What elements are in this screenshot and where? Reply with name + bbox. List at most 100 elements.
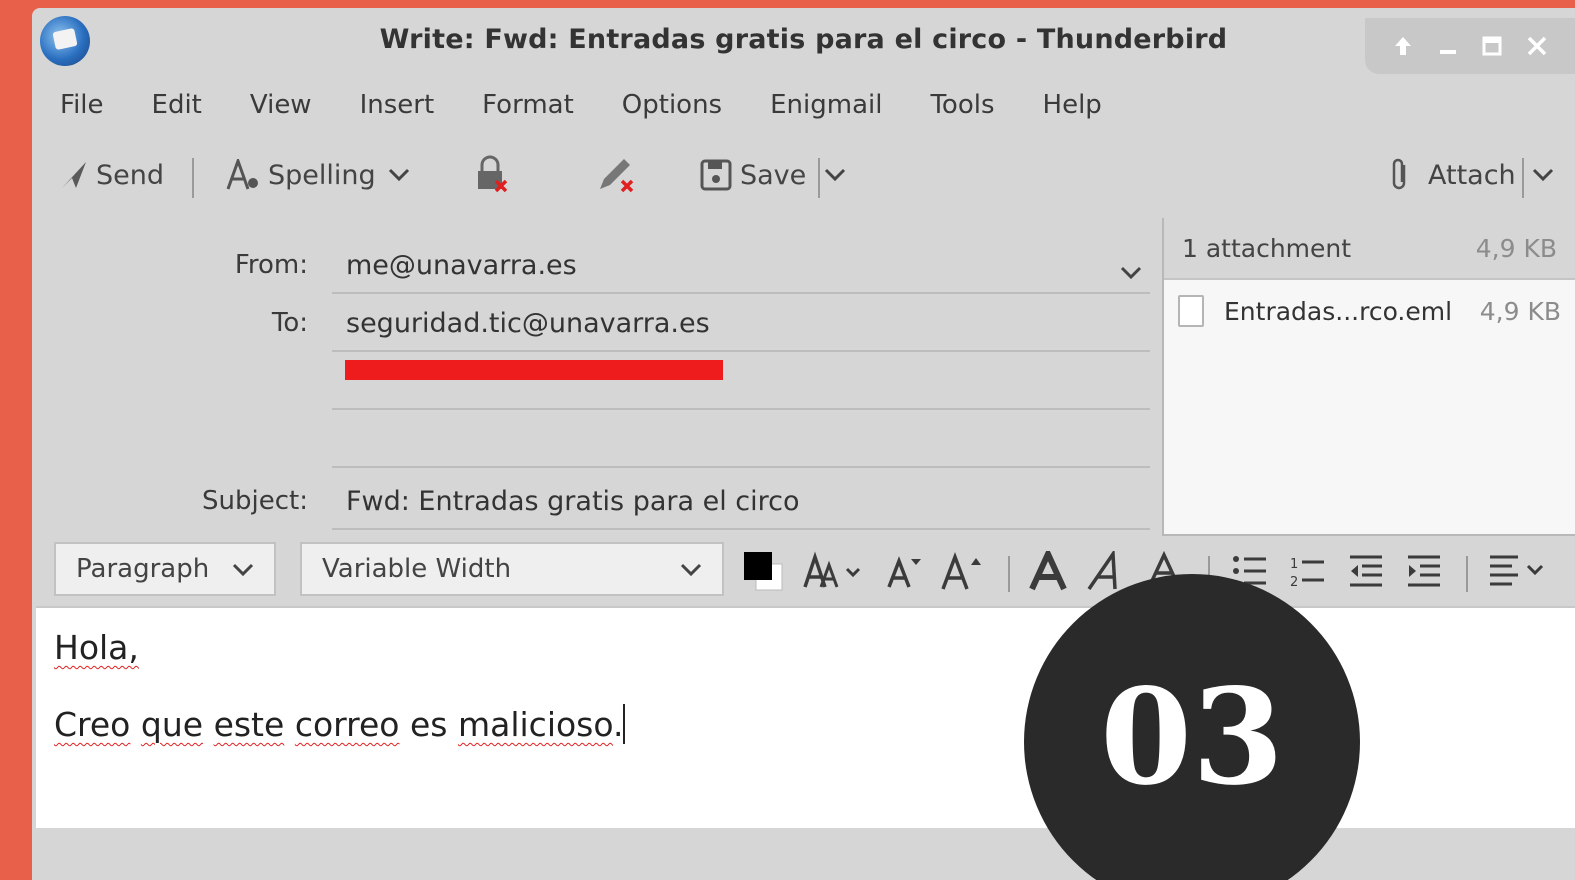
file-icon [1178,295,1204,327]
window-controls [1365,18,1575,74]
compose-toolbar: Send Spelling Save Attach [32,140,1575,210]
larger-font-button[interactable] [938,546,988,596]
attachment-name: Entradas...rco.eml [1224,296,1453,326]
recipient-field-empty[interactable] [332,412,1150,468]
maximize-icon [1482,36,1502,56]
body-period: . [612,705,624,744]
italic-icon [1087,551,1117,590]
recipient-field-empty[interactable] [332,354,1150,410]
menu-enigmail[interactable]: Enigmail [770,90,882,120]
from-value: me@unavarra.es [346,249,577,281]
font-select[interactable]: Variable Width [300,542,724,596]
close-icon [1527,36,1546,56]
attach-label: Attach [1428,159,1516,191]
attachment-count: 1 attachment [1182,233,1352,263]
attach-icon [1388,157,1412,193]
text-color-button[interactable] [738,546,788,596]
menu-tools[interactable]: Tools [930,90,994,120]
color-swatch-icon [744,552,783,591]
title-bar: Write: Fwd: Entradas gratis para el circ… [32,8,1575,74]
attachment-header[interactable]: 1 attachment 4,9 KB [1164,218,1575,280]
format-separator [1466,556,1468,592]
from-select[interactable]: me@unavarra.es [332,238,1150,294]
menu-format[interactable]: Format [482,90,574,120]
indent-button[interactable] [1402,546,1446,596]
attachment-size: 4,9 KB [1479,296,1561,326]
close-button[interactable] [1520,29,1554,63]
paragraph-style-value: Paragraph [76,554,210,584]
menu-file[interactable]: File [60,90,104,120]
menu-options[interactable]: Options [622,90,722,120]
minimize-icon [1439,50,1456,54]
font-larger-icon [941,552,981,590]
menu-help[interactable]: Help [1043,90,1102,120]
attachment-total-size: 4,9 KB [1475,233,1557,263]
status-bar [32,828,1575,880]
spelling-dropdown-button[interactable] [388,140,410,210]
step-number: 03 [1100,659,1284,815]
font-smaller-icon [887,556,921,588]
save-button[interactable]: Save [700,140,806,210]
arrow-up-icon [1395,37,1412,55]
body-line-2: Creo que este correo es malicioso. [54,704,626,744]
save-dropdown-button[interactable] [824,140,846,210]
encrypt-icon [472,155,512,195]
send-icon [60,160,88,190]
font-size-menu-button[interactable] [802,546,868,596]
body-word: Creo [54,705,131,744]
font-value: Variable Width [322,554,512,584]
format-separator [1008,556,1010,592]
font-size-icon [803,551,861,588]
numbered-list-button[interactable]: 12 [1286,546,1330,596]
chevron-down-icon [1532,163,1554,188]
toolbar-separator [818,158,820,198]
toolbar-separator [192,158,194,198]
keep-above-button[interactable] [1386,29,1420,63]
svg-text:2: 2 [1290,575,1298,588]
subject-value: Fwd: Entradas gratis para el circo [346,485,800,517]
chevron-down-icon [680,554,702,584]
bold-button[interactable] [1026,546,1070,596]
subject-input[interactable]: Fwd: Entradas gratis para el circo [332,474,1150,530]
menu-edit[interactable]: Edit [152,90,202,120]
smaller-font-button[interactable] [882,546,928,596]
spelling-icon [226,159,260,191]
sign-icon [596,155,638,195]
format-toolbar: Paragraph Variable Width 1 2 [32,536,1575,606]
encrypt-toggle-button[interactable] [472,140,520,210]
body-word: este [213,705,285,744]
attach-dropdown-button[interactable] [1532,140,1554,210]
toolbar-separator [1522,158,1524,198]
sign-toggle-button[interactable] [596,140,646,210]
paragraph-style-select[interactable]: Paragraph [54,542,276,596]
attachment-item[interactable]: Entradas...rco.eml 4,9 KB [1164,280,1575,342]
to-field[interactable]: seguridad.tic@unavarra.es [332,296,1150,352]
maximize-button[interactable] [1475,29,1509,63]
alignment-menu-button[interactable] [1486,546,1552,596]
save-icon [700,159,732,191]
menu-view[interactable]: View [250,90,312,120]
body-word: correo [294,705,400,744]
attach-button[interactable]: Attach [1388,140,1516,210]
to-value: seguridad.tic@unavarra.es [346,307,710,339]
body-text: Hola, [54,628,139,667]
chevron-down-icon [388,163,410,188]
menu-insert[interactable]: Insert [360,90,435,120]
address-header: From: me@unavarra.es To: seguridad.tic@u… [32,216,1162,538]
outdent-button[interactable] [1344,546,1388,596]
body-line-1: Hola, [54,628,139,667]
spelling-label: Spelling [268,159,376,191]
send-button[interactable]: Send [60,140,164,210]
attachment-pane: 1 attachment 4,9 KB Entradas...rco.eml 4… [1162,218,1575,536]
to-label: To: [271,308,308,338]
outdent-icon [1350,555,1382,587]
from-label: From: [234,250,308,280]
chevron-down-icon [824,163,846,188]
subject-label: Subject: [202,486,308,516]
window-title: Write: Fwd: Entradas gratis para el circ… [379,24,1228,55]
spelling-button[interactable]: Spelling [226,140,376,210]
menu-bar: File Edit View Insert Format Options Eni… [32,82,1150,128]
chevron-down-icon [232,554,254,584]
text-caret [623,704,626,744]
minimize-button[interactable] [1431,29,1465,63]
